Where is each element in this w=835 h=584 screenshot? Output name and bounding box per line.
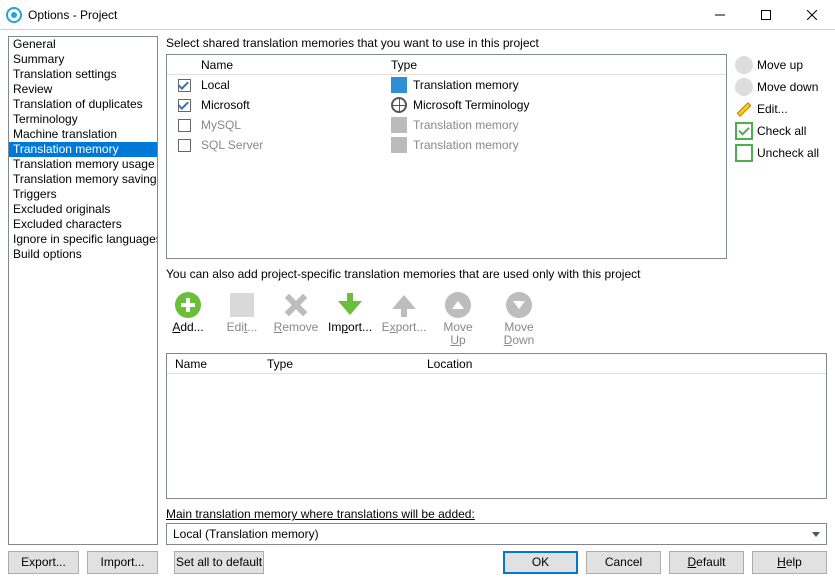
plus-icon	[175, 292, 201, 318]
translation-memory-icon	[391, 137, 407, 153]
sidebar-item-review[interactable]: Review	[9, 82, 157, 97]
translation-memory-icon	[391, 77, 407, 93]
options-sidebar[interactable]: General Summary Translation settings Rev…	[8, 36, 158, 545]
sidebar-item-machine-translation[interactable]: Machine translation	[9, 127, 157, 142]
project-memories-table[interactable]: Name Type Location	[166, 353, 827, 499]
uncheck-all-button[interactable]: Uncheck all	[735, 142, 827, 164]
move-down-button[interactable]: Move down	[735, 76, 827, 98]
import-icon	[338, 301, 362, 315]
shared-row[interactable]: Local Translation memory	[167, 75, 726, 95]
translation-memory-icon	[391, 117, 407, 133]
set-all-to-default-button[interactable]: Set all to default	[174, 551, 264, 574]
shared-row[interactable]: Microsoft Microsoft Terminology	[167, 95, 726, 115]
export-button[interactable]: Export...	[8, 551, 79, 574]
down-arrow-icon	[506, 292, 532, 318]
sidebar-item-general[interactable]: General	[9, 37, 157, 52]
main-panel: Select shared translation memories that …	[166, 36, 827, 545]
column-location[interactable]: Location	[427, 357, 826, 371]
project-toolbar: Add... Edit... Remove Import... Export..…	[166, 289, 827, 347]
sidebar-item-excluded-originals[interactable]: Excluded originals	[9, 202, 157, 217]
export-icon	[392, 295, 416, 309]
shared-table-header: Name Type	[167, 55, 726, 75]
row-name: Microsoft	[201, 98, 250, 112]
check-icon	[735, 122, 753, 140]
close-button[interactable]	[789, 0, 835, 29]
ok-button[interactable]: OK	[503, 551, 578, 574]
bottom-bar: Export... Import... Set all to default O…	[0, 545, 835, 578]
main-memory-label: Main translation memory where translatio…	[166, 507, 827, 521]
remove-icon	[284, 293, 308, 317]
row-type: Translation memory	[413, 78, 519, 92]
down-arrow-icon	[735, 78, 753, 96]
main-memory-dropdown[interactable]: Local (Translation memory)	[166, 523, 827, 545]
shared-side-actions: Move up Move down Edit... Check all Unch…	[735, 54, 827, 259]
title-bar: Options - Project	[0, 0, 835, 30]
add-button[interactable]: Add...	[166, 289, 210, 347]
shared-description: Select shared translation memories that …	[166, 36, 827, 50]
sidebar-item-summary[interactable]: Summary	[9, 52, 157, 67]
project-description: You can also add project-specific transl…	[166, 267, 827, 281]
edit-icon	[230, 293, 254, 317]
checkbox-icon[interactable]	[178, 119, 191, 132]
column-name[interactable]: Name	[201, 58, 391, 72]
sidebar-item-excluded-characters[interactable]: Excluded characters	[9, 217, 157, 232]
export-button[interactable]: Export...	[382, 289, 426, 347]
sidebar-item-ignore-in-specific-languages[interactable]: Ignore in specific languages	[9, 232, 157, 247]
app-icon	[6, 7, 22, 23]
project-table-header: Name Type Location	[167, 354, 826, 374]
move-down-button[interactable]: Move Down	[490, 289, 548, 347]
chevron-down-icon	[812, 532, 820, 537]
globe-icon	[391, 97, 407, 113]
maximize-button[interactable]	[743, 0, 789, 29]
sidebar-item-translation-memory[interactable]: Translation memory	[9, 142, 157, 157]
sidebar-item-translation-of-duplicates[interactable]: Translation of duplicates	[9, 97, 157, 112]
edit-button[interactable]: Edit...	[220, 289, 264, 347]
checkbox-icon[interactable]	[178, 79, 191, 92]
import-button[interactable]: Import...	[328, 289, 372, 347]
column-type[interactable]: Type	[391, 58, 726, 72]
dropdown-value: Local (Translation memory)	[173, 527, 319, 541]
window-title: Options - Project	[28, 8, 697, 22]
empty-check-icon	[735, 144, 753, 162]
cancel-button[interactable]: Cancel	[586, 551, 661, 574]
shared-row[interactable]: MySQL Translation memory	[167, 115, 726, 135]
row-name: Local	[201, 78, 230, 92]
sidebar-item-translation-settings[interactable]: Translation settings	[9, 67, 157, 82]
row-type: Microsoft Terminology	[413, 98, 529, 112]
help-button[interactable]: Help	[752, 551, 827, 574]
check-all-button[interactable]: Check all	[735, 120, 827, 142]
up-arrow-icon	[445, 292, 471, 318]
edit-button[interactable]: Edit...	[735, 98, 827, 120]
row-type: Translation memory	[413, 138, 519, 152]
remove-button[interactable]: Remove	[274, 289, 318, 347]
row-name: SQL Server	[201, 138, 263, 152]
sidebar-item-triggers[interactable]: Triggers	[9, 187, 157, 202]
import-button[interactable]: Import...	[87, 551, 158, 574]
row-name: MySQL	[201, 118, 241, 132]
row-type: Translation memory	[413, 118, 519, 132]
up-arrow-icon	[735, 56, 753, 74]
sidebar-item-translation-memory-usage[interactable]: Translation memory usage	[9, 157, 157, 172]
shared-row[interactable]: SQL Server Translation memory	[167, 135, 726, 155]
column-name[interactable]: Name	[167, 357, 267, 371]
pencil-icon	[735, 100, 753, 118]
content: General Summary Translation settings Rev…	[0, 30, 835, 545]
move-up-button[interactable]: Move up	[735, 54, 827, 76]
default-button[interactable]: Default	[669, 551, 744, 574]
sidebar-item-translation-memory-saving[interactable]: Translation memory saving	[9, 172, 157, 187]
minimize-button[interactable]	[697, 0, 743, 29]
shared-memories-table[interactable]: Name Type Local Translation memory Micro…	[166, 54, 727, 259]
column-type[interactable]: Type	[267, 357, 427, 371]
sidebar-item-terminology[interactable]: Terminology	[9, 112, 157, 127]
move-up-button[interactable]: Move Up	[436, 289, 480, 347]
checkbox-icon[interactable]	[178, 139, 191, 152]
sidebar-item-build-options[interactable]: Build options	[9, 247, 157, 262]
window-buttons	[697, 0, 835, 29]
checkbox-icon[interactable]	[178, 99, 191, 112]
